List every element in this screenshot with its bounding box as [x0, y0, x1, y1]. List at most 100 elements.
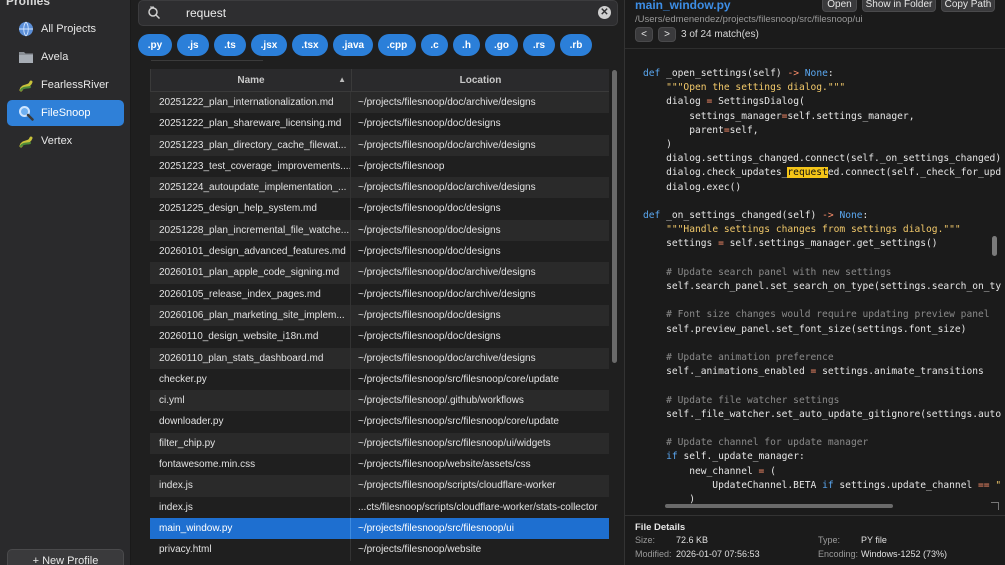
table-row[interactable]: 20260106_plan_marketing_site_implem... ~/…: [150, 304, 609, 327]
file-name-cell: 20251228_plan_incremental_file_watche...: [150, 219, 351, 242]
profile-filesnoop[interactable]: FileSnoop: [7, 100, 124, 126]
open-button[interactable]: Open: [822, 0, 857, 12]
type-label: Type:: [818, 535, 841, 545]
show-in-folder-button[interactable]: Show in Folder: [862, 0, 936, 12]
location-cell: ~/projects/filesnoop/src/filesnoop/ui: [358, 522, 514, 534]
filter-chip[interactable]: .jsx: [251, 34, 287, 56]
file-details-title: File Details: [635, 522, 686, 533]
table-row[interactable]: 20251222_plan_internationalization.md ~/p…: [150, 92, 609, 114]
table-row[interactable]: index.js ...cts/filesnoop/scripts/cloudfl…: [150, 496, 609, 518]
filter-chip[interactable]: .rb: [560, 34, 592, 56]
file-name-cell: 20260110_plan_stats_dashboard.md: [150, 347, 351, 369]
column-header-location[interactable]: Location: [352, 69, 609, 91]
copy-path-button[interactable]: Copy Path: [941, 0, 995, 12]
location-cell: ~/projects/filesnoop/scripts/cloudflare-…: [358, 480, 556, 492]
table-row[interactable]: 20251228_plan_incremental_file_watche...…: [150, 219, 609, 242]
file-name-cell: fontawesome.min.css: [150, 454, 351, 476]
next-match-button[interactable]: >: [658, 27, 676, 42]
size-label: Size:: [635, 535, 656, 545]
table-row[interactable]: filter_chip.py ~/projects/filesnoop/src/f…: [150, 432, 609, 455]
column-label: Location: [459, 74, 502, 86]
filter-chip[interactable]: .js: [177, 34, 209, 56]
table-row[interactable]: main_window.py ~/projects/filesnoop/src/f…: [150, 517, 609, 540]
search-field[interactable]: request ✕: [138, 0, 618, 26]
filter-chip[interactable]: .tsx: [292, 34, 328, 56]
code-vertical-scrollbar[interactable]: [992, 236, 997, 256]
results-table: Name ▲ Location 20251222_plan_internatio…: [150, 69, 609, 561]
table-row[interactable]: ci.yml ~/projects/filesnoop/.github/workf…: [150, 390, 609, 412]
table-row[interactable]: 20251225_design_help_system.md ~/projects…: [150, 198, 609, 220]
file-name-cell: 20251225_design_help_system.md: [150, 198, 351, 220]
file-name-cell: index.js: [150, 496, 351, 518]
location-cell: ~/projects/filesnoop/doc/archive/designs: [358, 182, 536, 194]
size-value: 72.6 KB: [676, 535, 709, 545]
table-header: Name ▲ Location: [150, 69, 609, 92]
previous-match-button[interactable]: <: [635, 27, 653, 42]
location-cell: ~/projects/filesnoop/doc/archive/designs: [358, 288, 536, 300]
new-profile-button[interactable]: + New Profile: [7, 549, 124, 565]
profile-all-projects[interactable]: All Projects: [7, 16, 124, 42]
file-name-cell: 20260101_plan_apple_code_signing.md: [150, 262, 351, 284]
sidebar-title: Profiles: [6, 0, 51, 8]
file-name-cell: checker.py: [150, 368, 351, 391]
sort-ascending-icon: ▲: [338, 75, 346, 84]
location-cell: ~/projects/filesnoop/src/filesnoop/core/…: [358, 416, 559, 428]
profiles-sidebar: Profiles All Projects Avela FearlessRive…: [0, 0, 131, 565]
filter-chip[interactable]: .rs: [523, 34, 555, 56]
file-name-cell: index.js: [150, 475, 351, 497]
column-header-name[interactable]: Name ▲: [151, 69, 352, 91]
divider: [151, 60, 263, 61]
code-horizontal-scrollbar[interactable]: [665, 504, 893, 508]
match-count: 3 of 24 match(es): [681, 29, 759, 40]
table-row[interactable]: 20260110_design_website_i18n.md ~/project…: [150, 326, 609, 348]
table-row[interactable]: 20260105_release_index_pages.md ~/project…: [150, 283, 609, 305]
table-row[interactable]: checker.py ~/projects/filesnoop/src/files…: [150, 368, 609, 391]
filter-chip[interactable]: .cpp: [378, 34, 416, 56]
clear-icon[interactable]: ✕: [598, 6, 611, 19]
table-row[interactable]: 20251223_plan_directory_cache_filewat...…: [150, 134, 609, 156]
filter-chip[interactable]: .c: [421, 34, 448, 56]
table-row[interactable]: 20260101_design_advanced_features.md ~/pr…: [150, 241, 609, 263]
location-cell: ~/projects/filesnoop/doc/designs: [358, 246, 501, 258]
column-label: Name: [237, 74, 265, 86]
profile-fearlessriver[interactable]: FearlessRiver: [7, 72, 124, 98]
table-row[interactable]: 20260101_plan_apple_code_signing.md ~/pro…: [150, 262, 609, 284]
filter-chip[interactable]: .ts: [214, 34, 246, 56]
table-row[interactable]: fontawesome.min.css ~/projects/filesnoop/…: [150, 454, 609, 476]
search-input[interactable]: request: [186, 6, 226, 20]
search-scope-icon[interactable]: [147, 6, 161, 20]
location-cell: ~/projects/filesnoop/src/filesnoop/core/…: [358, 373, 559, 385]
location-cell: ~/projects/filesnoop/doc/designs: [358, 118, 501, 130]
table-row[interactable]: downloader.py ~/projects/filesnoop/src/fi…: [150, 411, 609, 433]
table-row[interactable]: 20260110_plan_stats_dashboard.md ~/projec…: [150, 347, 609, 369]
table-row[interactable]: privacy.html ~/projects/filesnoop/website: [150, 539, 609, 561]
profile-label: FileSnoop: [41, 107, 91, 119]
table-body: 20251222_plan_internationalization.md ~/p…: [150, 92, 609, 561]
modified-value: 2026-01-07 07:56:53: [676, 549, 760, 559]
preview-file-name: main_window.py: [635, 0, 731, 12]
profile-label: Vertex: [41, 135, 73, 147]
location-cell: ~/projects/filesnoop/doc/archive/designs: [358, 139, 536, 151]
results-scrollbar[interactable]: [612, 70, 617, 363]
profile-vertex[interactable]: Vertex: [7, 128, 124, 154]
table-row[interactable]: 20251222_plan_shareware_licensing.md ~/pr…: [150, 113, 609, 135]
filter-chip[interactable]: .go: [485, 34, 518, 56]
file-name-cell: 20260105_release_index_pages.md: [150, 283, 351, 305]
resize-handle[interactable]: [991, 502, 999, 510]
folder-icon: [17, 48, 35, 66]
table-row[interactable]: 20251224_autoupdate_implementation_... ~/…: [150, 177, 609, 199]
location-cell: ~/projects/filesnoop/website: [358, 544, 482, 556]
file-name-cell: 20251223_test_coverage_improvements....: [150, 155, 351, 178]
filter-chip[interactable]: .py: [138, 34, 172, 56]
filter-chip[interactable]: .h: [453, 34, 480, 56]
profile-label: Avela: [41, 51, 69, 63]
profile-avela[interactable]: Avela: [7, 44, 124, 70]
table-row[interactable]: index.js ~/projects/filesnoop/scripts/clo…: [150, 475, 609, 497]
table-row[interactable]: 20251223_test_coverage_improvements.... ~…: [150, 155, 609, 178]
globe-icon: [17, 20, 35, 38]
python-icon: [17, 132, 35, 150]
code-preview[interactable]: def _open_settings(self) -> None: """Ope…: [643, 67, 1001, 507]
python-icon: [17, 76, 35, 94]
file-name-cell: 20260101_design_advanced_features.md: [150, 241, 351, 263]
filter-chip[interactable]: .java: [333, 34, 373, 56]
